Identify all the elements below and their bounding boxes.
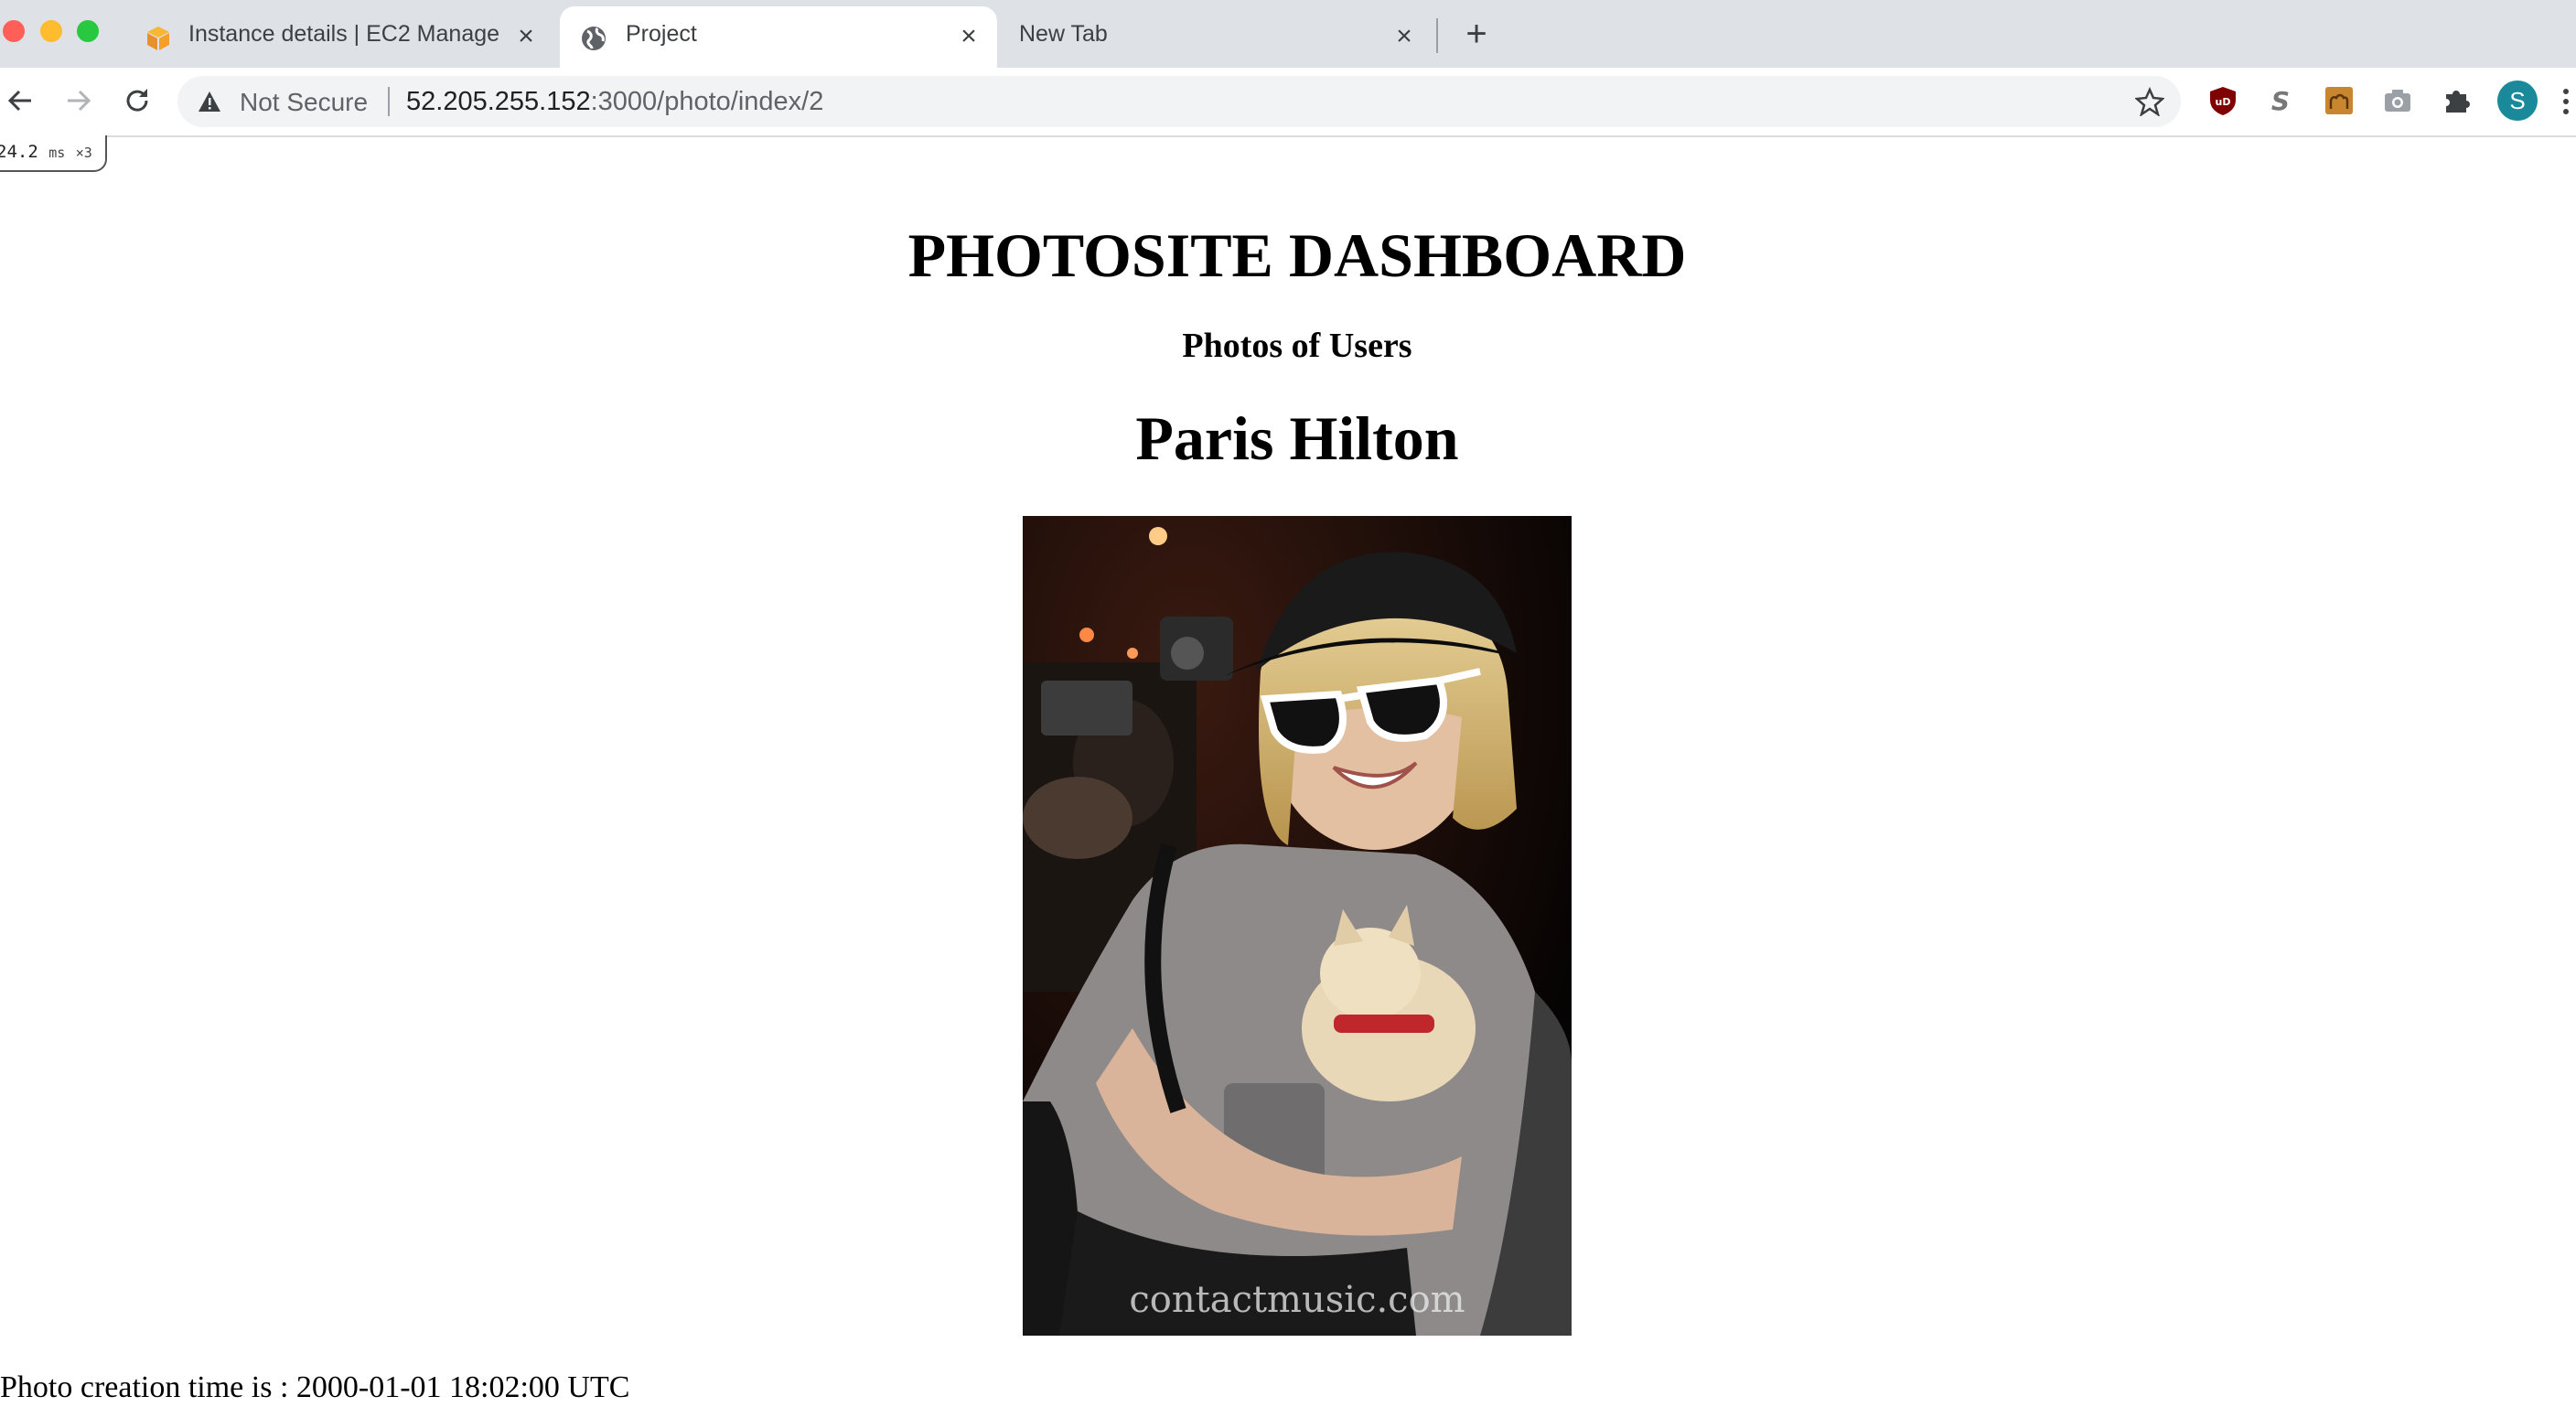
reload-icon (126, 89, 148, 112)
address-separator (388, 87, 390, 116)
profile-avatar[interactable]: S (2497, 81, 2538, 121)
warning-triangle-icon (199, 91, 220, 112)
minimize-window-button[interactable] (40, 20, 62, 42)
bookmark-star-icon[interactable] (2135, 87, 2164, 116)
address-bar[interactable]: Not Secure 52.205.255.152:3000/photo/ind… (177, 76, 2181, 127)
page-subtitle: Photos of Users (1182, 327, 1412, 365)
s-extension-icon[interactable]: S (2265, 85, 2296, 116)
close-tab-icon[interactable]: × (512, 23, 540, 50)
svg-text:uD: uD (2216, 96, 2231, 108)
ublock-icon[interactable]: uD (2207, 85, 2238, 116)
camel-extension-icon[interactable] (2324, 85, 2355, 116)
url-text[interactable]: 52.205.255.152:3000/photo/index/2 (406, 87, 823, 117)
tab-title: Instance details | EC2 Management Consol… (188, 21, 499, 47)
back-button[interactable] (2, 82, 38, 119)
tab-ec2-instance-details[interactable]: Instance details | EC2 Management Consol… (124, 6, 554, 68)
url-path: :3000/photo/index/2 (590, 87, 824, 116)
new-tab-button[interactable]: + (1458, 16, 1495, 53)
forward-button[interactable] (60, 82, 97, 119)
tab-title: Project (626, 21, 697, 47)
camera-icon[interactable] (2382, 85, 2413, 116)
photo-watermark: contactmusic.com (1129, 1279, 1465, 1321)
globe-icon (582, 27, 606, 50)
browser-toolbar: Not Secure 52.205.255.152:3000/photo/ind… (0, 68, 2576, 137)
photo-creation-time: Photo creation time is : 2000-01-01 18:0… (0, 1370, 630, 1404)
perf-timing-badge: 24.2 ms ×3 (0, 135, 107, 172)
user-photo-image: contactmusic.com (1023, 516, 1572, 1336)
perf-unit: ms (48, 145, 66, 161)
arrow-left-icon (7, 90, 31, 112)
tab-project[interactable]: Project × (560, 6, 997, 68)
reload-button[interactable] (119, 82, 156, 119)
close-tab-icon[interactable]: × (1390, 23, 1418, 50)
zoom-window-button[interactable] (77, 20, 99, 42)
aws-cube-icon (147, 27, 169, 50)
tab-title: New Tab (1019, 21, 1108, 47)
svg-text:S: S (2271, 86, 2290, 116)
page-title: PHOTOSITE DASHBOARD (907, 220, 1687, 290)
user-name-heading: Paris Hilton (1135, 403, 1459, 473)
close-tab-icon[interactable]: × (955, 23, 982, 50)
arrow-right-icon (68, 90, 91, 112)
tab-separator (1436, 18, 1438, 53)
close-window-button[interactable] (3, 20, 25, 42)
more-menu-icon[interactable] (2561, 86, 2571, 117)
tab-strip: Instance details | EC2 Management Consol… (0, 0, 2576, 68)
puzzle-icon[interactable] (2441, 85, 2472, 116)
url-host: 52.205.255.152 (406, 87, 591, 116)
security-status-label[interactable]: Not Secure (240, 88, 368, 117)
perf-multiplier: ×3 (75, 145, 92, 161)
user-photo: contactmusic.com (1023, 516, 1572, 1336)
tab-new-tab[interactable]: New Tab × (1003, 6, 1433, 68)
perf-value: 24.2 (0, 142, 38, 162)
